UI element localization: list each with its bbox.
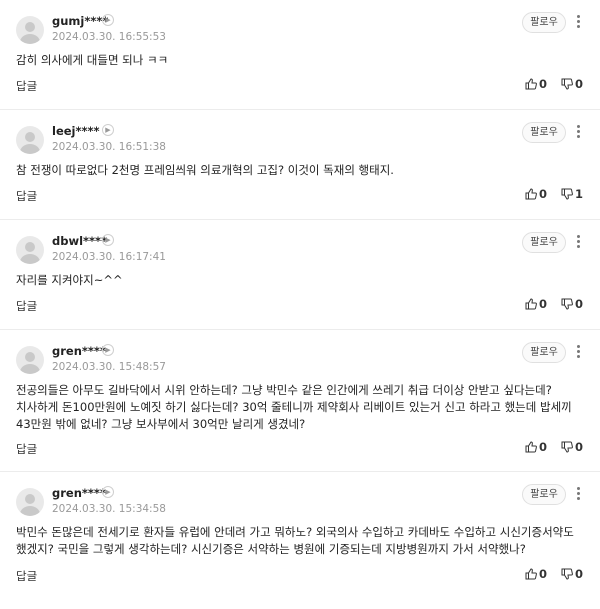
comment-text: 참 전쟁이 따로없다 2천명 프레임씌워 의료개혁의 고집? 이것이 독재의 행… bbox=[16, 163, 394, 177]
comment-date: 2024.03.30. 15:48:57 bbox=[52, 361, 166, 373]
comment-item: gren**** ▶ 2024.03.30. 15:34:58 팔로우 박민수 … bbox=[0, 472, 600, 602]
follow-button[interactable]: 팔로우 bbox=[522, 232, 566, 253]
comment-date: 2024.03.30. 15:34:58 bbox=[52, 503, 166, 515]
avatar[interactable] bbox=[16, 488, 44, 516]
reply-button[interactable]: 답글 bbox=[16, 188, 37, 204]
comment-text: 감히 의사에게 대들면 되나 ㅋㅋ bbox=[16, 53, 169, 67]
comment-nickname[interactable]: leej**** bbox=[52, 124, 100, 138]
more-options-icon[interactable] bbox=[575, 15, 581, 31]
chevron-right-icon[interactable]: ▶ bbox=[102, 344, 114, 356]
thumbs-down-icon bbox=[561, 441, 573, 453]
avatar[interactable] bbox=[16, 16, 44, 44]
dislike-count: 0 bbox=[575, 77, 584, 91]
dislike-button[interactable]: 0 bbox=[561, 77, 583, 91]
thumbs-up-icon bbox=[525, 441, 537, 453]
chevron-right-icon[interactable]: ▶ bbox=[102, 486, 114, 498]
chevron-right-icon[interactable]: ▶ bbox=[102, 124, 114, 136]
follow-button[interactable]: 팔로우 bbox=[522, 484, 566, 505]
chevron-right-icon[interactable]: ▶ bbox=[102, 234, 114, 246]
comment-text: 자리를 지켜야지~^^ bbox=[16, 273, 123, 287]
like-count: 0 bbox=[539, 187, 548, 201]
comment-text: 전공의들은 아무도 길바닥에서 시위 안하는데? 그냥 박민수 같은 인간에게 … bbox=[16, 383, 572, 431]
like-count: 0 bbox=[539, 77, 548, 91]
dislike-button[interactable]: 0 bbox=[561, 440, 583, 454]
thumbs-up-icon bbox=[525, 568, 537, 580]
thumbs-down-icon bbox=[561, 188, 573, 200]
chevron-right-icon[interactable]: ▶ bbox=[102, 14, 114, 26]
avatar[interactable] bbox=[16, 236, 44, 264]
comment-nickname[interactable]: dbwl**** bbox=[52, 234, 107, 248]
comment-nickname[interactable]: gumj**** bbox=[52, 14, 108, 28]
dislike-button[interactable]: 0 bbox=[561, 567, 583, 581]
thumbs-down-icon bbox=[561, 568, 573, 580]
like-button[interactable]: 0 bbox=[525, 77, 547, 91]
comment-item: gren**** ▶ 2024.03.30. 15:48:57 팔로우 전공의들… bbox=[0, 330, 600, 472]
reply-button[interactable]: 답글 bbox=[16, 441, 37, 457]
follow-button[interactable]: 팔로우 bbox=[522, 342, 566, 363]
comment-text: 박민수 돈많은데 전세기로 환자들 유럽에 안데려 가고 뭐하노? 외국의사 수… bbox=[16, 525, 574, 556]
dislike-count: 0 bbox=[575, 297, 584, 311]
comment-nickname[interactable]: gren**** bbox=[52, 344, 106, 358]
thumbs-up-icon bbox=[525, 78, 537, 90]
like-count: 0 bbox=[539, 440, 548, 454]
dislike-count: 0 bbox=[575, 440, 584, 454]
comment-item: dbwl**** ▶ 2024.03.30. 16:17:41 팔로우 자리를 … bbox=[0, 220, 600, 330]
thumbs-down-icon bbox=[561, 298, 573, 310]
reply-button[interactable]: 답글 bbox=[16, 78, 37, 94]
more-options-icon[interactable] bbox=[575, 345, 581, 361]
dislike-button[interactable]: 0 bbox=[561, 297, 583, 311]
comment-item: leej**** ▶ 2024.03.30. 16:51:38 팔로우 참 전쟁… bbox=[0, 110, 600, 220]
thumbs-up-icon bbox=[525, 298, 537, 310]
like-button[interactable]: 0 bbox=[525, 440, 547, 454]
like-count: 0 bbox=[539, 567, 548, 581]
comment-nickname[interactable]: gren**** bbox=[52, 486, 106, 500]
avatar[interactable] bbox=[16, 126, 44, 154]
more-options-icon[interactable] bbox=[575, 487, 581, 503]
more-options-icon[interactable] bbox=[575, 235, 581, 251]
avatar[interactable] bbox=[16, 346, 44, 374]
comment-date: 2024.03.30. 16:55:53 bbox=[52, 31, 166, 43]
like-count: 0 bbox=[539, 297, 548, 311]
dislike-count: 0 bbox=[575, 567, 584, 581]
comment-date: 2024.03.30. 16:51:38 bbox=[52, 141, 166, 153]
reply-button[interactable]: 답글 bbox=[16, 298, 37, 314]
follow-button[interactable]: 팔로우 bbox=[522, 122, 566, 143]
thumbs-up-icon bbox=[525, 188, 537, 200]
like-button[interactable]: 0 bbox=[525, 187, 547, 201]
reply-button[interactable]: 답글 bbox=[16, 568, 37, 584]
comment-item: gumj**** ▶ 2024.03.30. 16:55:53 팔로우 감히 의… bbox=[0, 0, 600, 110]
thumbs-down-icon bbox=[561, 78, 573, 90]
comment-date: 2024.03.30. 16:17:41 bbox=[52, 251, 166, 263]
more-options-icon[interactable] bbox=[575, 125, 581, 141]
like-button[interactable]: 0 bbox=[525, 567, 547, 581]
dislike-button[interactable]: 1 bbox=[561, 187, 583, 201]
follow-button[interactable]: 팔로우 bbox=[522, 12, 566, 33]
dislike-count: 1 bbox=[575, 187, 584, 201]
like-button[interactable]: 0 bbox=[525, 297, 547, 311]
